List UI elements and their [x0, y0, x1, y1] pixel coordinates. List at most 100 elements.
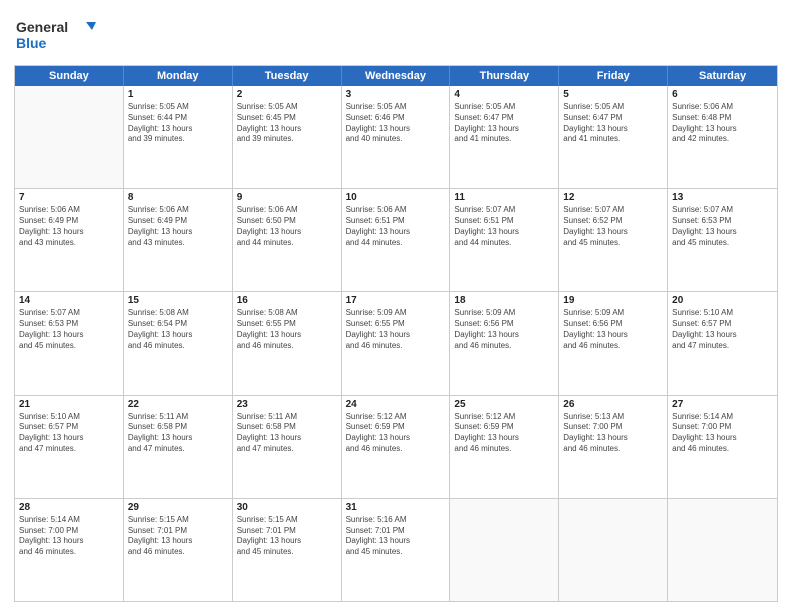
- cell-info-line: Sunrise: 5:13 AM: [563, 412, 663, 423]
- cell-info-line: Daylight: 13 hours: [128, 124, 228, 135]
- day-number: 2: [237, 89, 337, 100]
- calendar-cell: 13Sunrise: 5:07 AMSunset: 6:53 PMDayligh…: [668, 189, 777, 291]
- cell-info-line: Sunrise: 5:06 AM: [672, 102, 773, 113]
- cell-info-line: and 43 minutes.: [128, 238, 228, 249]
- cell-info-line: Sunrise: 5:09 AM: [346, 308, 446, 319]
- cell-info-line: Sunrise: 5:05 AM: [237, 102, 337, 113]
- cell-info-line: Daylight: 13 hours: [128, 227, 228, 238]
- day-number: 19: [563, 295, 663, 306]
- cell-info-line: and 42 minutes.: [672, 134, 773, 145]
- cell-info-line: Daylight: 13 hours: [454, 330, 554, 341]
- cell-info-line: Daylight: 13 hours: [672, 124, 773, 135]
- cell-info-line: Sunset: 6:58 PM: [237, 422, 337, 433]
- cell-info-line: Daylight: 13 hours: [563, 330, 663, 341]
- cell-info-line: Sunset: 6:46 PM: [346, 113, 446, 124]
- cell-info-line: Sunrise: 5:08 AM: [237, 308, 337, 319]
- cell-info-line: Sunrise: 5:06 AM: [128, 205, 228, 216]
- day-number: 24: [346, 399, 446, 410]
- cell-info-line: Sunrise: 5:15 AM: [237, 515, 337, 526]
- calendar-week-4: 21Sunrise: 5:10 AMSunset: 6:57 PMDayligh…: [15, 396, 777, 499]
- calendar-header-row: SundayMondayTuesdayWednesdayThursdayFrid…: [15, 66, 777, 86]
- calendar-cell: 23Sunrise: 5:11 AMSunset: 6:58 PMDayligh…: [233, 396, 342, 498]
- day-number: 29: [128, 502, 228, 513]
- day-number: 25: [454, 399, 554, 410]
- cell-info-line: Sunrise: 5:05 AM: [563, 102, 663, 113]
- calendar-cell: 15Sunrise: 5:08 AMSunset: 6:54 PMDayligh…: [124, 292, 233, 394]
- calendar-week-3: 14Sunrise: 5:07 AMSunset: 6:53 PMDayligh…: [15, 292, 777, 395]
- calendar-week-1: 1Sunrise: 5:05 AMSunset: 6:44 PMDaylight…: [15, 86, 777, 189]
- calendar-cell: 8Sunrise: 5:06 AMSunset: 6:49 PMDaylight…: [124, 189, 233, 291]
- header-day-wednesday: Wednesday: [342, 66, 451, 86]
- calendar-cell: 1Sunrise: 5:05 AMSunset: 6:44 PMDaylight…: [124, 86, 233, 188]
- day-number: 18: [454, 295, 554, 306]
- header-day-tuesday: Tuesday: [233, 66, 342, 86]
- header-day-thursday: Thursday: [450, 66, 559, 86]
- cell-info-line: and 47 minutes.: [128, 444, 228, 455]
- cell-info-line: Sunset: 7:01 PM: [346, 526, 446, 537]
- cell-info-line: and 46 minutes.: [672, 444, 773, 455]
- cell-info-line: Sunset: 6:44 PM: [128, 113, 228, 124]
- cell-info-line: Sunset: 6:55 PM: [346, 319, 446, 330]
- cell-info-line: Sunrise: 5:07 AM: [563, 205, 663, 216]
- cell-info-line: and 47 minutes.: [672, 341, 773, 352]
- cell-info-line: Daylight: 13 hours: [128, 330, 228, 341]
- cell-info-line: and 46 minutes.: [237, 341, 337, 352]
- day-number: 10: [346, 192, 446, 203]
- svg-text:General: General: [16, 19, 68, 35]
- cell-info-line: Sunrise: 5:12 AM: [454, 412, 554, 423]
- calendar-cell: 30Sunrise: 5:15 AMSunset: 7:01 PMDayligh…: [233, 499, 342, 601]
- cell-info-line: Daylight: 13 hours: [672, 433, 773, 444]
- cell-info-line: and 46 minutes.: [563, 341, 663, 352]
- cell-info-line: Daylight: 13 hours: [19, 536, 119, 547]
- cell-info-line: and 45 minutes.: [346, 547, 446, 558]
- calendar-cell: 5Sunrise: 5:05 AMSunset: 6:47 PMDaylight…: [559, 86, 668, 188]
- calendar-cell: 20Sunrise: 5:10 AMSunset: 6:57 PMDayligh…: [668, 292, 777, 394]
- cell-info-line: Sunset: 6:47 PM: [563, 113, 663, 124]
- cell-info-line: and 41 minutes.: [563, 134, 663, 145]
- day-number: 17: [346, 295, 446, 306]
- logo-svg: General Blue: [14, 14, 109, 54]
- calendar-cell: 26Sunrise: 5:13 AMSunset: 7:00 PMDayligh…: [559, 396, 668, 498]
- day-number: 21: [19, 399, 119, 410]
- cell-info-line: and 46 minutes.: [346, 341, 446, 352]
- cell-info-line: Sunrise: 5:14 AM: [19, 515, 119, 526]
- cell-info-line: Sunset: 7:00 PM: [672, 422, 773, 433]
- day-number: 28: [19, 502, 119, 513]
- header-day-friday: Friday: [559, 66, 668, 86]
- cell-info-line: Daylight: 13 hours: [19, 330, 119, 341]
- cell-info-line: Daylight: 13 hours: [563, 227, 663, 238]
- calendar-cell: 10Sunrise: 5:06 AMSunset: 6:51 PMDayligh…: [342, 189, 451, 291]
- svg-text:Blue: Blue: [16, 35, 47, 51]
- cell-info-line: Sunset: 7:01 PM: [128, 526, 228, 537]
- cell-info-line: Sunset: 6:54 PM: [128, 319, 228, 330]
- calendar-cell: [450, 499, 559, 601]
- cell-info-line: Sunset: 6:45 PM: [237, 113, 337, 124]
- cell-info-line: Sunset: 6:56 PM: [563, 319, 663, 330]
- cell-info-line: Sunrise: 5:09 AM: [454, 308, 554, 319]
- cell-info-line: Sunset: 6:59 PM: [346, 422, 446, 433]
- cell-info-line: Sunset: 6:48 PM: [672, 113, 773, 124]
- cell-info-line: Sunset: 6:57 PM: [672, 319, 773, 330]
- calendar-cell: [15, 86, 124, 188]
- cell-info-line: Sunset: 6:57 PM: [19, 422, 119, 433]
- cell-info-line: Sunrise: 5:10 AM: [672, 308, 773, 319]
- day-number: 6: [672, 89, 773, 100]
- header: General Blue: [14, 10, 778, 59]
- day-number: 4: [454, 89, 554, 100]
- cell-info-line: Sunset: 6:53 PM: [19, 319, 119, 330]
- page: General Blue SundayMondayTuesdayWednesda…: [0, 0, 792, 612]
- cell-info-line: Sunset: 6:49 PM: [128, 216, 228, 227]
- cell-info-line: Sunrise: 5:06 AM: [346, 205, 446, 216]
- day-number: 31: [346, 502, 446, 513]
- cell-info-line: Daylight: 13 hours: [237, 227, 337, 238]
- cell-info-line: Daylight: 13 hours: [237, 433, 337, 444]
- cell-info-line: Sunset: 6:52 PM: [563, 216, 663, 227]
- cell-info-line: Sunrise: 5:08 AM: [128, 308, 228, 319]
- calendar-body: 1Sunrise: 5:05 AMSunset: 6:44 PMDaylight…: [15, 86, 777, 601]
- cell-info-line: Daylight: 13 hours: [672, 227, 773, 238]
- cell-info-line: Daylight: 13 hours: [346, 227, 446, 238]
- cell-info-line: Sunset: 6:59 PM: [454, 422, 554, 433]
- day-number: 30: [237, 502, 337, 513]
- cell-info-line: and 44 minutes.: [346, 238, 446, 249]
- cell-info-line: and 44 minutes.: [237, 238, 337, 249]
